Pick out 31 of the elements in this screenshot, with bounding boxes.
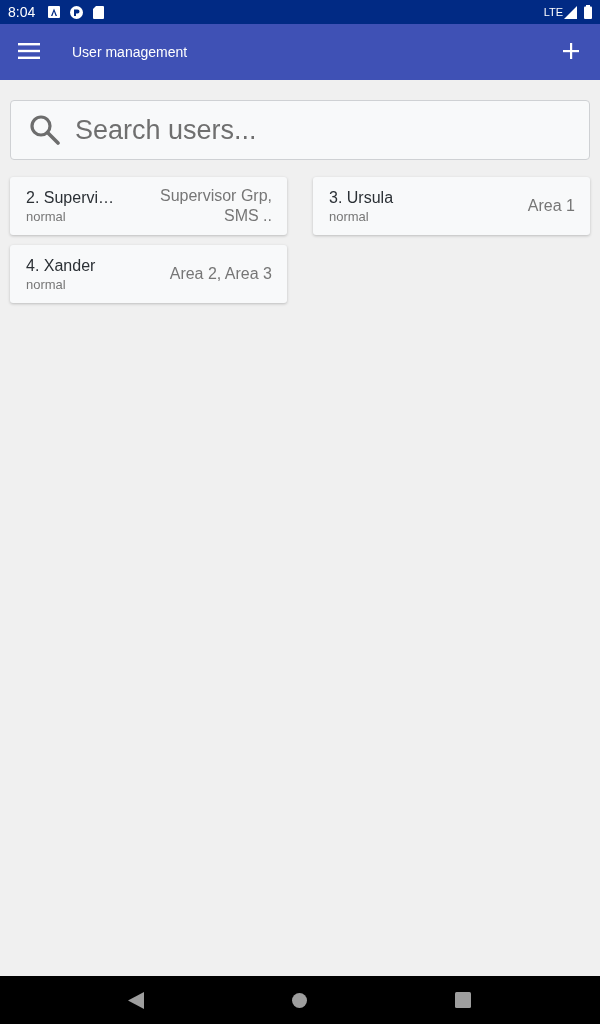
- menu-icon: [18, 42, 40, 59]
- user-name: 2. Supervi…: [26, 187, 115, 208]
- app-notification-icon: [48, 6, 61, 18]
- home-button[interactable]: [292, 992, 307, 1008]
- search-icon: [29, 114, 60, 145]
- user-card[interactable]: 2. Supervi… normal Supervisor Grp, SMS ..: [10, 177, 287, 235]
- status-time: 8:04: [8, 4, 36, 20]
- user-groups: Area 1: [527, 196, 575, 216]
- screen-title: User management: [72, 44, 188, 60]
- menu-button[interactable]: [18, 42, 40, 62]
- plus-icon: [563, 42, 579, 59]
- battery-icon: [584, 5, 592, 19]
- back-triangle-icon: [128, 991, 144, 1009]
- user-groups: Supervisor Grp, SMS ..: [144, 186, 272, 226]
- signal-icon: [564, 5, 577, 19]
- user-role: normal: [26, 276, 67, 293]
- user-name: 4. Xander: [26, 255, 96, 276]
- user-card[interactable]: 3. Ursula normal Area 1: [313, 177, 590, 235]
- sd-card-icon: [93, 5, 105, 19]
- add-user-button[interactable]: [563, 42, 579, 62]
- circle-notification-icon: [70, 5, 84, 19]
- user-groups: Area 2, Area 3: [169, 264, 272, 284]
- network-type: LTE: [543, 6, 563, 18]
- search-field[interactable]: Search users...: [10, 100, 590, 160]
- home-circle-icon: [292, 992, 307, 1008]
- recents-square-icon: [455, 992, 471, 1008]
- user-name: 3. Ursula: [329, 187, 394, 208]
- user-card[interactable]: 4. Xander normal Area 2, Area 3: [10, 245, 287, 303]
- back-button[interactable]: [128, 991, 144, 1009]
- user-role: normal: [329, 208, 370, 225]
- user-role: normal: [26, 208, 67, 225]
